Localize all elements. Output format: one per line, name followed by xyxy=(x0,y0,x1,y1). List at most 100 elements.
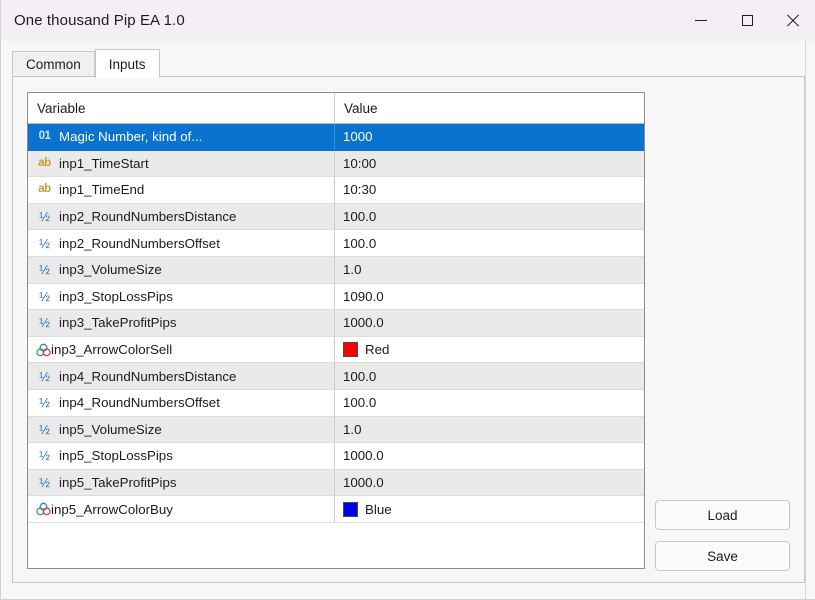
tab-inputs[interactable]: Inputs xyxy=(94,49,160,78)
double-type-icon: ½ xyxy=(39,475,50,491)
cell-value[interactable]: 1.0 xyxy=(335,417,644,444)
cell-value[interactable]: 100.0 xyxy=(335,230,644,257)
value-text: 100.0 xyxy=(343,209,377,225)
value-text: 100.0 xyxy=(343,395,377,411)
cell-value[interactable]: 10:00 xyxy=(335,151,644,178)
color-swatch xyxy=(343,501,358,517)
cell-variable[interactable]: ab inp1_TimeStart xyxy=(28,150,335,178)
double-type-icon: ½ xyxy=(39,315,50,331)
variable-name: Magic Number, kind of... xyxy=(59,129,203,145)
cell-variable[interactable]: ½ inp3_VolumeSize xyxy=(28,256,335,284)
minimize-icon xyxy=(695,20,707,21)
value-text: Blue xyxy=(365,501,392,517)
variable-name: inp5_StopLossPips xyxy=(59,448,173,464)
table-row[interactable]: ½ inp5_StopLossPips 1000.0 xyxy=(28,443,644,470)
variable-name: inp5_ArrowColorBuy xyxy=(51,501,173,517)
value-text: Red xyxy=(365,342,390,358)
double-type-icon: ½ xyxy=(39,209,50,225)
load-button[interactable]: Load xyxy=(655,500,790,530)
maximize-icon xyxy=(741,15,753,26)
column-header-value[interactable]: Value xyxy=(335,93,644,123)
cell-value[interactable]: 100.0 xyxy=(335,390,644,417)
table-row[interactable]: ½ inp4_RoundNumbersOffset 100.0 xyxy=(28,389,644,417)
variable-name: inp2_RoundNumbersOffset xyxy=(59,235,220,251)
cell-variable[interactable]: ½ inp5_TakeProfitPips xyxy=(28,469,335,497)
table-row[interactable]: ab inp1_TimeStart 10:00 xyxy=(28,150,644,178)
value-text: 10:00 xyxy=(343,155,377,171)
cell-value[interactable]: 1000 xyxy=(335,124,644,151)
window-controls xyxy=(678,0,815,41)
cell-variable[interactable]: ½ inp4_RoundNumbersDistance xyxy=(28,363,335,390)
grid-header-row: Variable Value xyxy=(28,93,644,124)
cell-value[interactable]: 1.0 xyxy=(335,257,644,284)
cell-variable[interactable]: ab inp1_TimeEnd xyxy=(28,177,335,204)
integer-type-icon: 01 xyxy=(38,130,51,143)
cell-variable[interactable]: ½ inp3_TakeProfitPips xyxy=(28,310,335,337)
cell-value[interactable]: 100.0 xyxy=(335,204,644,231)
table-row[interactable]: ab inp1_TimeEnd 10:30 xyxy=(28,177,644,204)
table-row[interactable]: ½ inp4_RoundNumbersDistance 100.0 xyxy=(28,363,644,390)
table-row[interactable]: ½ inp3_StopLossPips 1090.0 xyxy=(28,283,644,311)
value-text: 1000.0 xyxy=(343,475,384,491)
variable-name: inp4_RoundNumbersDistance xyxy=(59,368,237,384)
double-type-icon: ½ xyxy=(39,421,50,437)
variable-name: inp2_RoundNumbersDistance xyxy=(59,209,237,225)
table-row[interactable]: ½ inp5_VolumeSize 1.0 xyxy=(28,416,644,444)
table-row[interactable]: ½ inp2_RoundNumbersOffset 100.0 xyxy=(28,230,644,257)
table-row[interactable]: 01 Magic Number, kind of... 1000 xyxy=(28,124,644,151)
table-row[interactable]: ½ inp2_RoundNumbersDistance 100.0 xyxy=(28,203,644,231)
double-type-icon: ½ xyxy=(39,288,50,304)
tab-common[interactable]: Common xyxy=(12,51,95,77)
cell-variable[interactable]: ½ inp2_RoundNumbersOffset xyxy=(28,230,335,257)
column-header-value-label: Value xyxy=(344,100,378,116)
table-row[interactable]: inp5_ArrowColorBuy Blue xyxy=(28,496,644,523)
variable-name: inp4_RoundNumbersOffset xyxy=(59,395,220,411)
close-button[interactable] xyxy=(770,0,815,41)
variable-name: inp3_StopLossPips xyxy=(59,288,173,304)
save-button[interactable]: Save xyxy=(655,541,790,571)
cell-value[interactable]: 1000.0 xyxy=(335,470,644,497)
variable-name: inp3_ArrowColorSell xyxy=(51,342,173,358)
cell-value[interactable]: 100.0 xyxy=(335,363,644,390)
cell-value[interactable]: 1000.0 xyxy=(335,310,644,337)
variable-name: inp1_TimeStart xyxy=(59,155,149,171)
double-type-icon: ½ xyxy=(39,235,50,251)
cell-variable[interactable]: ½ inp5_VolumeSize xyxy=(28,416,335,444)
value-text: 1090.0 xyxy=(343,288,384,304)
cell-variable[interactable]: ½ inp4_RoundNumbersOffset xyxy=(28,389,335,417)
double-type-icon: ½ xyxy=(39,368,50,384)
cell-variable[interactable]: ½ inp3_StopLossPips xyxy=(28,283,335,311)
variable-name: inp5_TakeProfitPips xyxy=(59,475,177,491)
table-row[interactable]: ½ inp5_TakeProfitPips 1000.0 xyxy=(28,469,644,497)
cell-variable[interactable]: 01 Magic Number, kind of... xyxy=(28,124,335,151)
cell-variable[interactable]: ½ inp5_StopLossPips xyxy=(28,443,335,470)
tab-common-label: Common xyxy=(26,57,81,72)
cell-variable[interactable]: inp3_ArrowColorSell xyxy=(28,336,335,364)
minimize-button[interactable] xyxy=(678,0,724,41)
variable-name: inp5_VolumeSize xyxy=(59,421,162,437)
string-type-icon: ab xyxy=(38,183,51,196)
table-row[interactable]: inp3_ArrowColorSell Red xyxy=(28,336,644,364)
double-type-icon: ½ xyxy=(39,448,50,464)
maximize-button[interactable] xyxy=(724,0,770,41)
close-icon xyxy=(786,13,800,28)
cell-value[interactable]: 1000.0 xyxy=(335,443,644,470)
panel-divider xyxy=(805,41,806,600)
tab-inputs-label: Inputs xyxy=(108,56,146,72)
double-type-icon: ½ xyxy=(39,395,50,411)
value-text: 1000.0 xyxy=(343,448,384,464)
properties-dialog: One thousand Pip EA 1.0 Common Inputs Va… xyxy=(0,0,815,600)
color-type-icon xyxy=(36,343,51,356)
cell-variable[interactable]: inp5_ArrowColorBuy xyxy=(28,496,335,523)
table-row[interactable]: ½ inp3_TakeProfitPips 1000.0 xyxy=(28,310,644,337)
cell-value[interactable]: 1090.0 xyxy=(335,284,644,311)
title-bar: One thousand Pip EA 1.0 xyxy=(1,0,815,41)
table-row[interactable]: ½ inp3_VolumeSize 1.0 xyxy=(28,256,644,284)
cell-variable[interactable]: ½ inp2_RoundNumbersDistance xyxy=(28,203,335,231)
cell-value[interactable]: Blue xyxy=(335,496,644,523)
inputs-grid[interactable]: Variable Value 01 Magic Number, kind of..… xyxy=(27,92,645,569)
cell-value[interactable]: 10:30 xyxy=(335,177,644,204)
column-header-variable[interactable]: Variable xyxy=(28,93,335,123)
cell-value[interactable]: Red xyxy=(335,337,644,364)
variable-name: inp3_VolumeSize xyxy=(59,262,162,278)
